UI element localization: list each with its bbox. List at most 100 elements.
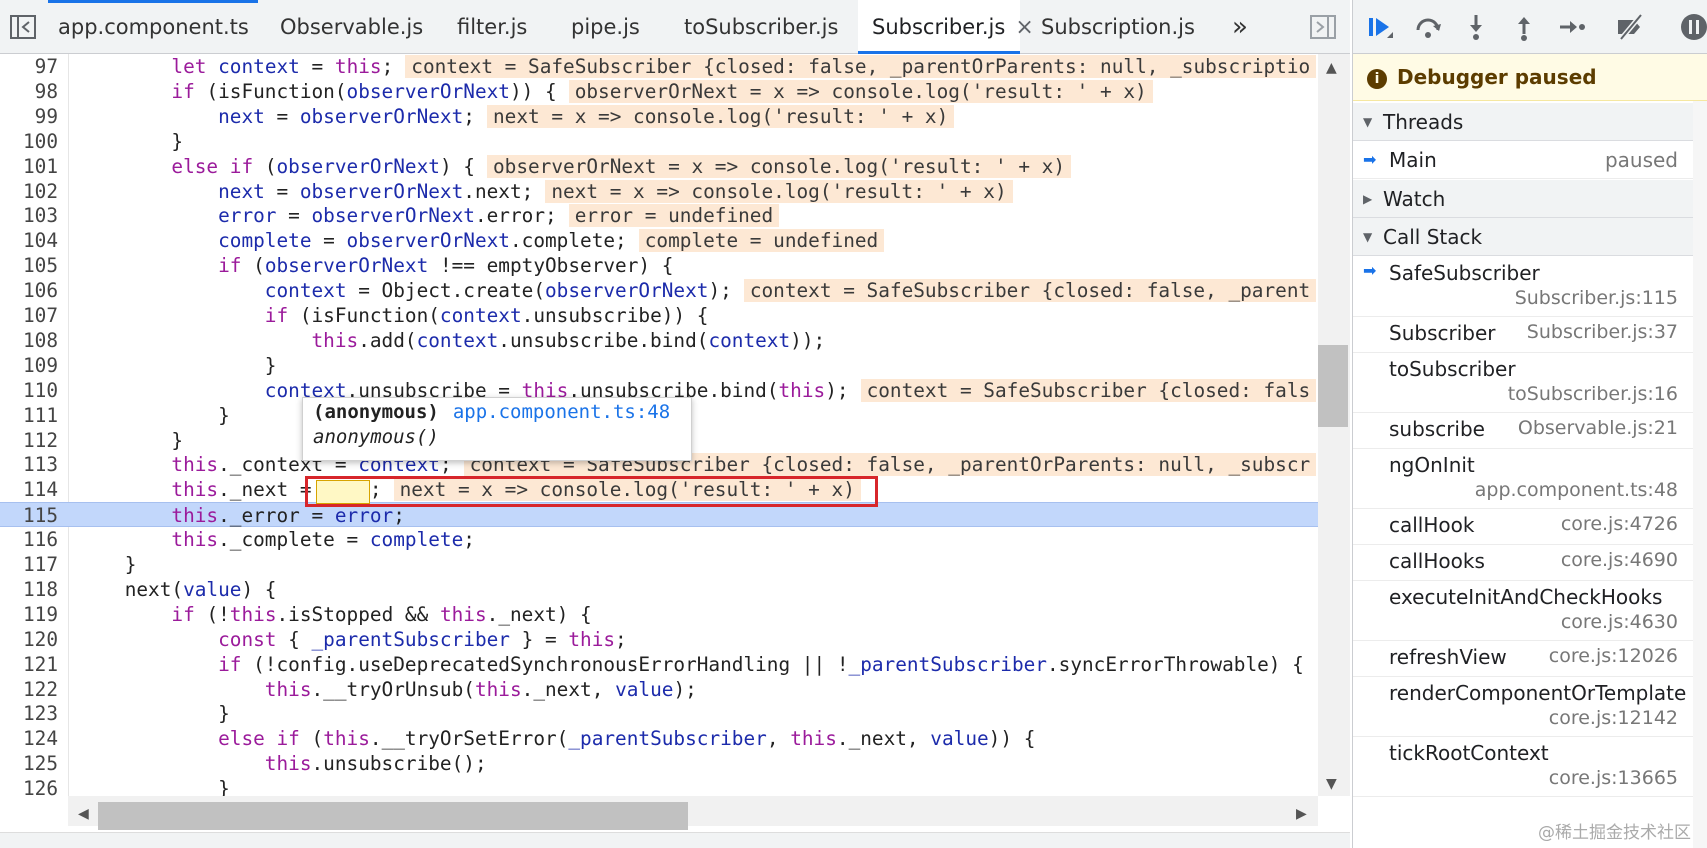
tab-pipe[interactable]: pipe.js	[557, 0, 654, 54]
code-line[interactable]: 122 this.__tryOrUnsub(this._next, value)…	[0, 677, 1318, 702]
call-frame[interactable]: callHook core.js:4726	[1353, 509, 1707, 545]
frame-name: refreshView	[1389, 645, 1507, 669]
thread-row-main[interactable]: ➡ Main paused	[1353, 141, 1707, 179]
line-number[interactable]: 119	[0, 602, 62, 627]
line-number[interactable]: 103	[0, 203, 62, 228]
tab-observable[interactable]: Observable.js	[266, 0, 437, 54]
call-frame[interactable]: toSubscriber toSubscriber.js:16	[1353, 353, 1707, 413]
code-line[interactable]: 97 let context = this; context = SafeSubs…	[0, 54, 1318, 79]
code-line[interactable]: 119 if (!this.isStopped && this._next) {	[0, 602, 1318, 627]
code-line[interactable]: 108 this.add(context.unsubscribe.bind(co…	[0, 328, 1318, 353]
popover-location-link[interactable]: app.component.ts:48	[453, 401, 670, 423]
frame-name: renderComponentOrTemplate	[1389, 681, 1687, 705]
more-tabs-button[interactable]: »	[1218, 0, 1262, 54]
deactivate-breakpoints-icon[interactable]	[1615, 12, 1645, 42]
code-line[interactable]: 125 this.unsubscribe();	[0, 751, 1318, 776]
step-out-icon[interactable]	[1509, 12, 1539, 42]
call-frame[interactable]: ➡ SafeSubscriber Subscriber.js:115	[1353, 257, 1707, 317]
code-line[interactable]: 100 }	[0, 129, 1318, 154]
step-into-icon[interactable]	[1461, 12, 1491, 42]
frame-name: Subscriber	[1389, 321, 1496, 345]
code-line[interactable]: 104 complete = observerOrNext.complete; c…	[0, 228, 1318, 253]
scroll-left-icon[interactable]: ◀	[78, 806, 89, 822]
line-number[interactable]: 98	[0, 79, 62, 104]
line-number[interactable]: 100	[0, 129, 62, 154]
line-number[interactable]: 106	[0, 278, 62, 303]
call-frame[interactable]: subscribe Observable.js:21	[1353, 413, 1707, 449]
code-line[interactable]: 102 next = observerOrNext.next; next = x …	[0, 179, 1318, 204]
line-number[interactable]: 112	[0, 428, 62, 453]
call-frame[interactable]: refreshView core.js:12026	[1353, 641, 1707, 677]
toggle-debugger-icon[interactable]	[1308, 12, 1338, 42]
call-frame[interactable]: Subscriber Subscriber.js:37	[1353, 317, 1707, 353]
call-frame[interactable]: renderComponentOrTemplate core.js:12142	[1353, 677, 1707, 737]
line-number[interactable]: 110	[0, 378, 62, 403]
code-line[interactable]: 124 else if (this.__tryOrSetError(_paren…	[0, 726, 1318, 751]
code-line[interactable]: 109 }	[0, 353, 1318, 378]
line-number[interactable]: 113	[0, 452, 62, 477]
line-number[interactable]: 97	[0, 54, 62, 79]
line-number[interactable]: 121	[0, 652, 62, 677]
callstack-section-header[interactable]: ▼ Call Stack	[1353, 218, 1707, 256]
line-number[interactable]: 111	[0, 403, 62, 428]
line-number[interactable]: 115	[0, 503, 62, 528]
code-line[interactable]: 126 }	[0, 776, 1318, 796]
line-number[interactable]: 101	[0, 154, 62, 179]
code-line[interactable]: 107 if (isFunction(context.unsubscribe))…	[0, 303, 1318, 328]
call-frame[interactable]: ngOnInit app.component.ts:48	[1353, 449, 1707, 509]
line-number[interactable]: 107	[0, 303, 62, 328]
line-number[interactable]: 99	[0, 104, 62, 129]
vertical-scroll-thumb[interactable]	[1318, 345, 1348, 427]
line-number[interactable]: 116	[0, 527, 62, 552]
line-number[interactable]: 114	[0, 477, 62, 502]
scroll-up-icon[interactable]: ▲	[1326, 60, 1337, 76]
line-number[interactable]: 120	[0, 627, 62, 652]
line-number[interactable]: 123	[0, 701, 62, 726]
code-line[interactable]: 116 this._complete = complete;	[0, 527, 1318, 552]
frame-location: core.js:13665	[1548, 767, 1678, 789]
line-number[interactable]: 117	[0, 552, 62, 577]
threads-section-header[interactable]: ▼ Threads	[1353, 103, 1707, 141]
tab-tosubscriber[interactable]: toSubscriber.js	[670, 0, 852, 54]
tab-subscriber[interactable]: Subscriber.js ×	[858, 0, 1034, 54]
code-line[interactable]: 99 next = observerOrNext; next = x => con…	[0, 104, 1318, 129]
code-line[interactable]: 105 if (observerOrNext !== emptyObserver…	[0, 253, 1318, 278]
sidebar-scrollbar[interactable]	[1693, 101, 1707, 848]
line-number[interactable]: 108	[0, 328, 62, 353]
line-number[interactable]: 122	[0, 677, 62, 702]
code-line[interactable]: 103 error = observerOrNext.error; error =…	[0, 203, 1318, 228]
tab-subscription[interactable]: Subscription.js	[1027, 0, 1209, 54]
line-number[interactable]: 102	[0, 179, 62, 204]
line-number[interactable]: 124	[0, 726, 62, 751]
scroll-right-icon[interactable]: ▶	[1296, 806, 1307, 822]
tab-app-component[interactable]: app.component.ts	[44, 0, 263, 54]
code-line[interactable]: 98 if (isFunction(observerOrNext)) {obse…	[0, 79, 1318, 104]
call-frame[interactable]: callHooks core.js:4690	[1353, 545, 1707, 581]
line-number[interactable]: 126	[0, 776, 62, 796]
code-line[interactable]: 106 context = Object.create(observerOrNe…	[0, 278, 1318, 303]
code-line[interactable]: 123 }	[0, 701, 1318, 726]
code-line[interactable]: 120 const { _parentSubscriber } = this;	[0, 627, 1318, 652]
horizontal-scroll-thumb[interactable]	[98, 802, 688, 830]
line-number[interactable]: 104	[0, 228, 62, 253]
line-number[interactable]: 125	[0, 751, 62, 776]
code-line[interactable]: 117 }	[0, 552, 1318, 577]
toggle-navigator-icon[interactable]	[8, 12, 38, 42]
current-frame-arrow-icon: ➡	[1363, 261, 1377, 280]
step-over-icon[interactable]	[1413, 12, 1443, 42]
code-text: context = Object.create(observerOrNext);…	[78, 278, 1317, 303]
call-frame[interactable]: tickRootContext core.js:13665	[1353, 737, 1707, 797]
line-number[interactable]: 118	[0, 577, 62, 602]
code-line[interactable]: 118 next(value) {	[0, 577, 1318, 602]
step-icon[interactable]	[1557, 12, 1587, 42]
tab-filter[interactable]: filter.js	[443, 0, 541, 54]
resume-icon[interactable]	[1365, 12, 1395, 42]
watch-section-header[interactable]: ▶ Watch	[1353, 180, 1707, 218]
scroll-down-icon[interactable]: ▼	[1326, 776, 1337, 792]
pause-on-exceptions-icon[interactable]	[1679, 12, 1707, 42]
code-line[interactable]: 121 if (!config.useDeprecatedSynchronous…	[0, 652, 1318, 677]
call-frame[interactable]: executeInitAndCheckHooks core.js:4630	[1353, 581, 1707, 641]
code-line[interactable]: 101 else if (observerOrNext) {observerOr…	[0, 154, 1318, 179]
line-number[interactable]: 105	[0, 253, 62, 278]
line-number[interactable]: 109	[0, 353, 62, 378]
